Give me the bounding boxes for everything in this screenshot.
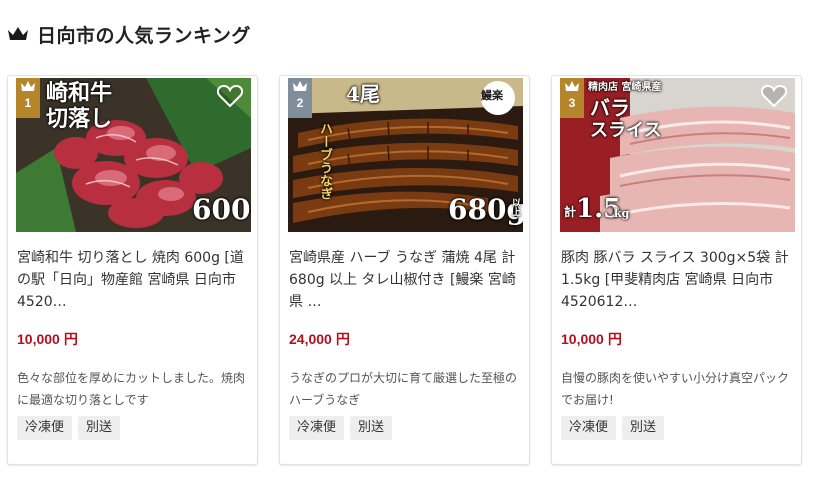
price-currency: 円 (607, 332, 622, 348)
promo-prefix: 計 (564, 205, 577, 219)
price-value: 10,000 (561, 331, 604, 347)
rank-badge: 2 (288, 78, 312, 118)
price-value: 24,000 (289, 331, 332, 347)
rank-number: 3 (568, 96, 576, 110)
crown-icon (293, 81, 307, 91)
ranking-header: 日向市の人気ランキング (7, 20, 251, 48)
tag-frozen: 冷凍便 (561, 416, 617, 440)
section-title: 日向市の人気ランキング (37, 24, 251, 47)
price-currency: 円 (63, 332, 78, 348)
rank-badge: 1 (16, 78, 40, 118)
product-price: 24,000 円 (289, 329, 350, 349)
rank-number: 2 (296, 96, 304, 110)
product-title[interactable]: 宮崎和牛 切り落とし 焼肉 600g [道の駅「日向」物産館 宮崎県 日向市 4… (17, 247, 249, 313)
product-price: 10,000 円 (561, 329, 622, 349)
promo-title: バラ (590, 96, 630, 120)
tag-frozen: 冷凍便 (17, 416, 73, 440)
promo-label: 精肉店 宮崎県産 (588, 82, 662, 93)
product-price: 10,000 円 (17, 329, 78, 349)
rank-number: 1 (24, 96, 32, 110)
promo-suffix: 以上 (510, 198, 520, 216)
promo-subtitle: 切落し (46, 106, 113, 132)
ranking-list: 1 崎和牛 切落し 600g 宮崎和牛 切り落とし 焼肉 600g [道の駅「日… (7, 75, 807, 470)
product-title[interactable]: 豚肉 豚バラ スライス 300g×5袋 計1.5kg [甲斐精肉店 宮崎県 日向… (561, 247, 793, 313)
promo-unit: kg (614, 207, 630, 220)
promo-subtitle: ハーブうなぎ (317, 122, 332, 200)
tag-separate: 別送 (350, 416, 393, 440)
product-description: 色々な部位を厚めにカットしました。焼肉に最適な切り落としです (17, 371, 246, 407)
crown-icon (7, 26, 29, 42)
heart-icon[interactable] (761, 84, 787, 108)
rank-badge: 3 (560, 78, 584, 118)
tag-list: 冷凍便 別送 (561, 416, 665, 440)
product-card-1[interactable]: 1 崎和牛 切落し 600g 宮崎和牛 切り落とし 焼肉 600g [道の駅「日… (7, 75, 258, 465)
price-currency: 円 (335, 332, 350, 348)
promo-weight: 600g (192, 193, 251, 226)
product-image[interactable]: 1 崎和牛 切落し 600g (16, 78, 251, 232)
tag-separate: 別送 (78, 416, 121, 440)
promo-subtitle: スライス (590, 120, 662, 141)
price-value: 10,000 (17, 331, 60, 347)
product-card-3[interactable]: 3 精肉店 宮崎県産 バラ スライス 計 1.5 kg 豚肉 豚バラ スライス … (551, 75, 802, 465)
heart-icon[interactable] (217, 84, 243, 108)
tag-list: 冷凍便 別送 (17, 416, 121, 440)
product-title[interactable]: 宮崎県産 ハーブ うなぎ 蒲焼 4尾 計680g 以上 タレ山椒付き [鰻楽 宮… (289, 247, 521, 313)
promo-title: 崎和牛 (46, 80, 113, 106)
product-card-2[interactable]: 2 4尾 ハーブうなぎ 鰻楽 680g 以上 宮崎県産 ハーブ うなぎ 蒲焼 4… (279, 75, 530, 465)
tag-frozen: 冷凍便 (289, 416, 345, 440)
product-description: うなぎのプロが大切に育て厳選した至極のハーブうなぎ (289, 371, 518, 407)
crown-icon (565, 81, 579, 91)
product-image[interactable]: 2 4尾 ハーブうなぎ 鰻楽 680g 以上 (288, 78, 523, 232)
tag-separate: 別送 (622, 416, 665, 440)
tag-list: 冷凍便 別送 (289, 416, 393, 440)
crown-icon (21, 81, 35, 91)
product-image[interactable]: 3 精肉店 宮崎県産 バラ スライス 計 1.5 kg (560, 78, 795, 232)
promo-count: 4尾 (346, 82, 380, 106)
brand-logo: 鰻楽 (481, 89, 503, 102)
product-description: 自慢の豚肉を使いやすい小分け真空パックでお届け! (561, 371, 790, 407)
